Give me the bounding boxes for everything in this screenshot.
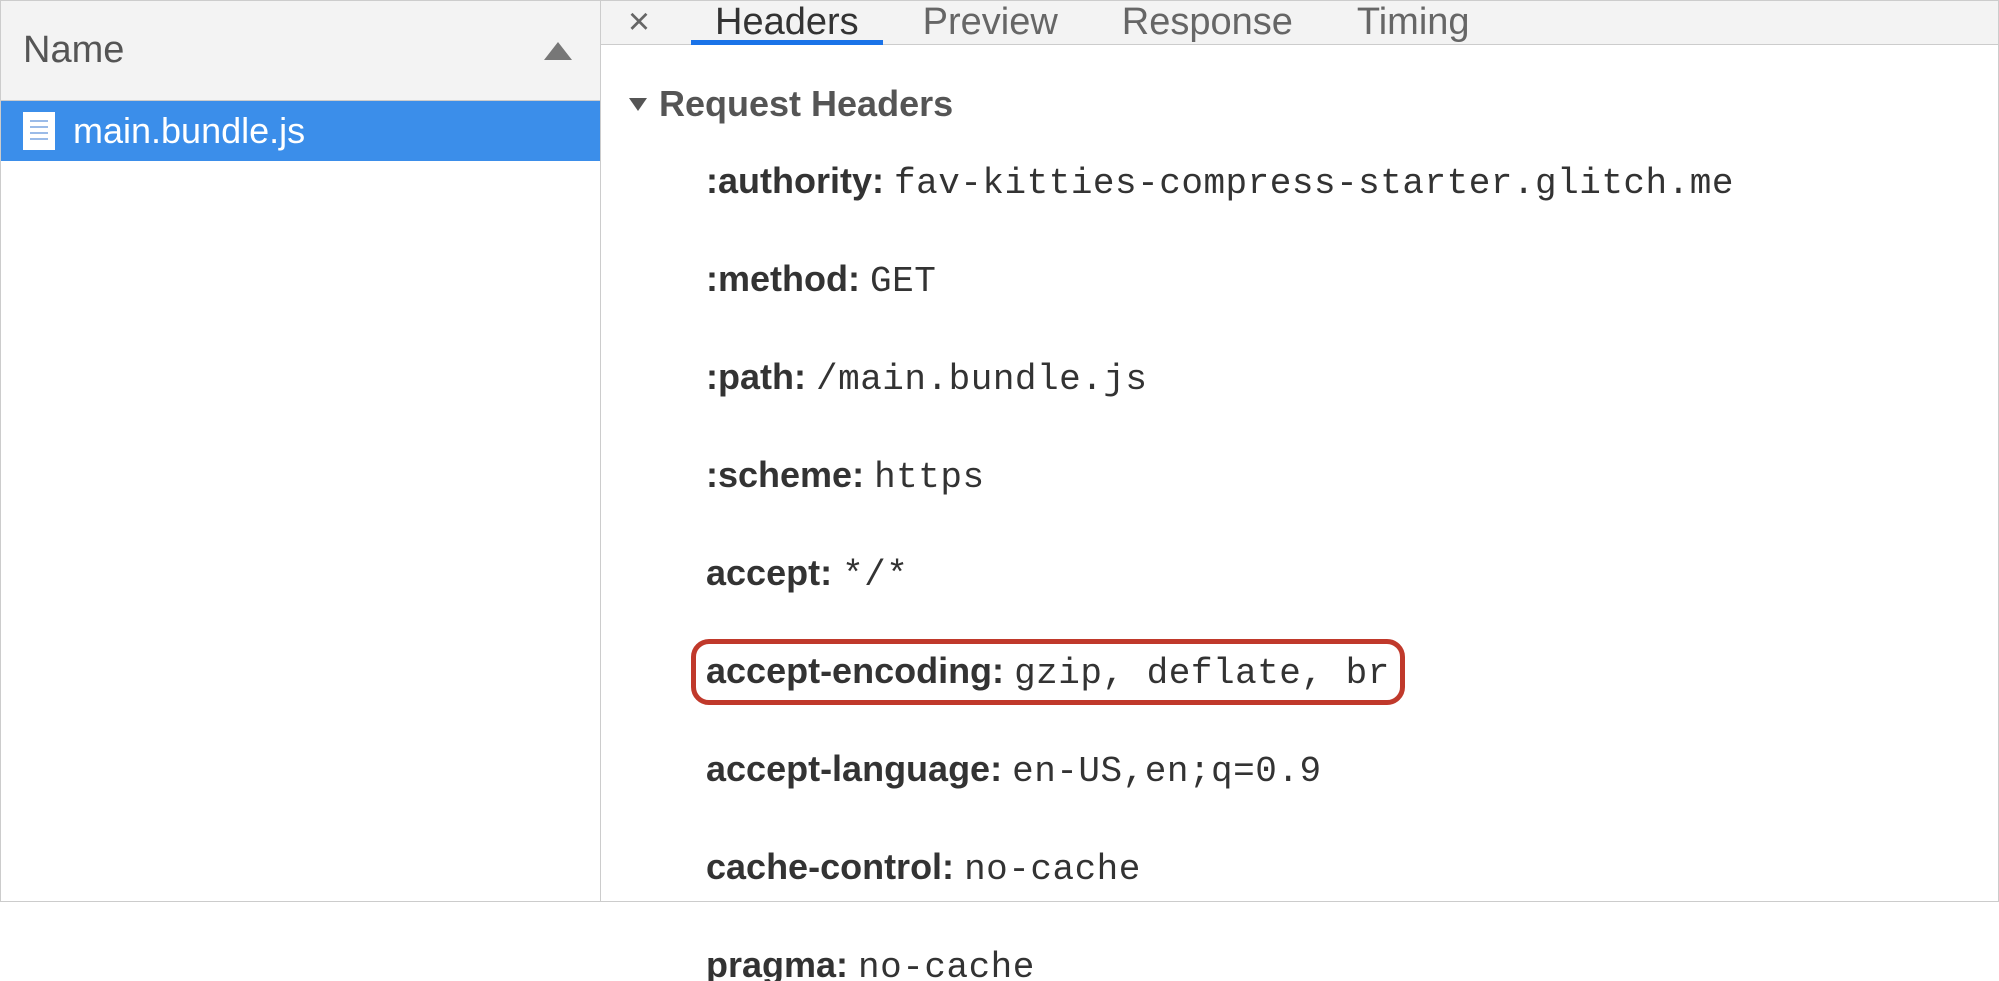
header-value: fav-kitties-compress-starter.glitch.me — [894, 163, 1734, 204]
header-name: :scheme: — [706, 454, 864, 495]
header-value: en-US,en;q=0.9 — [1012, 751, 1321, 792]
file-icon — [23, 112, 55, 150]
request-details-panel: × Headers Preview Response Timing Reques… — [601, 1, 1998, 901]
header-value: GET — [870, 261, 936, 302]
header-cache-control: cache-control: no-cache — [691, 835, 1156, 901]
header-value: no-cache — [964, 849, 1141, 890]
header-accept-language: accept-language: en-US,en;q=0.9 — [691, 737, 1337, 803]
header-value: https — [874, 457, 985, 498]
tab-preview[interactable]: Preview — [915, 1, 1066, 44]
header-name: :path: — [706, 356, 806, 397]
name-column-header[interactable]: Name — [1, 1, 600, 101]
header-name: :authority: — [706, 160, 884, 201]
sort-ascending-icon — [544, 42, 572, 60]
caret-down-icon — [629, 98, 647, 111]
header-accept: accept: */* — [691, 541, 923, 607]
header-path: :path: /main.bundle.js — [691, 345, 1163, 411]
header-authority: :authority: fav-kitties-compress-starter… — [691, 149, 1749, 215]
tab-response[interactable]: Response — [1114, 1, 1301, 44]
header-name: pragma: — [706, 944, 848, 981]
header-method: :method: GET — [691, 247, 951, 313]
header-name: cache-control: — [706, 846, 954, 887]
header-pragma: pragma: no-cache — [691, 933, 1050, 981]
tab-timing[interactable]: Timing — [1349, 1, 1478, 44]
header-name: :method: — [706, 258, 860, 299]
request-headers-section: Request Headers :authority: fav-kitties-… — [601, 45, 1998, 981]
header-name: accept-language: — [706, 748, 1002, 789]
header-value: */* — [842, 555, 908, 596]
header-value: no-cache — [858, 947, 1035, 981]
header-value: /main.bundle.js — [816, 359, 1148, 400]
request-headers-title: Request Headers — [659, 83, 953, 125]
request-row-main-bundle-js[interactable]: main.bundle.js — [1, 101, 600, 161]
name-column-label: Name — [23, 29, 544, 72]
header-value: gzip, deflate, br — [1014, 653, 1390, 694]
close-icon[interactable]: × — [619, 1, 659, 44]
details-tabs: × Headers Preview Response Timing — [601, 1, 1998, 45]
header-accept-encoding: accept-encoding: gzip, deflate, br — [691, 639, 1405, 705]
header-scheme: :scheme: https — [691, 443, 1000, 509]
header-list: :authority: fav-kitties-compress-starter… — [629, 149, 1970, 981]
network-request-list: Name main.bundle.js — [1, 1, 601, 901]
tab-headers[interactable]: Headers — [707, 1, 867, 44]
header-name: accept-encoding: — [706, 650, 1004, 691]
header-name: accept: — [706, 552, 832, 593]
request-name: main.bundle.js — [73, 110, 305, 152]
request-headers-toggle[interactable]: Request Headers — [629, 83, 1970, 125]
